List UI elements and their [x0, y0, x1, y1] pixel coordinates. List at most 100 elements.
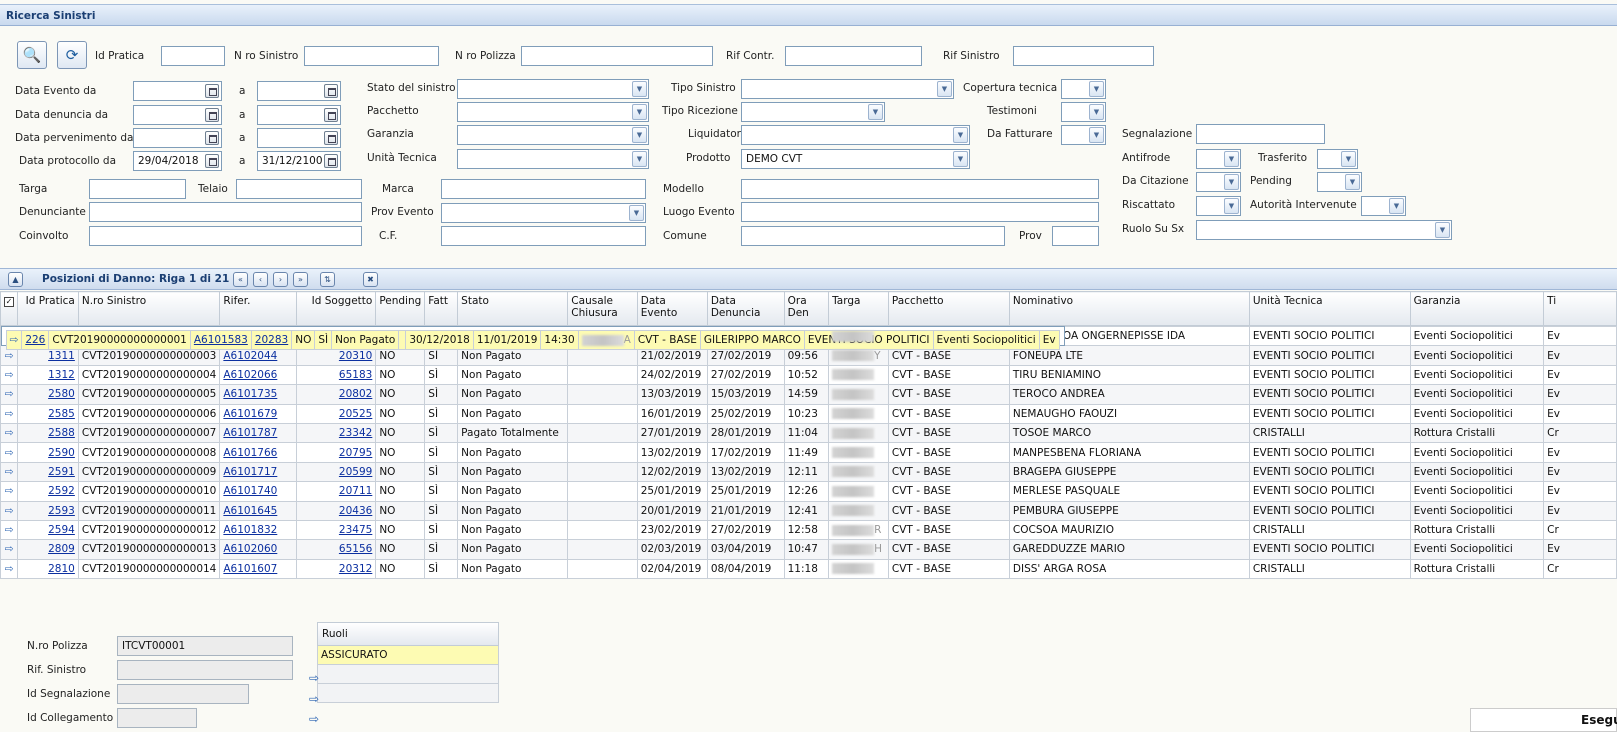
table-row[interactable]: ⇨ 1312 CVT20190000000000004 A6102066 65183 NO…	[0, 364, 1617, 386]
row-pointer-icon[interactable]: ⇨	[309, 671, 319, 685]
collapse-icon[interactable]: ▲	[8, 272, 23, 287]
calendar-icon[interactable]	[324, 154, 338, 168]
riscattato-select[interactable]: ▼	[1196, 196, 1241, 216]
search-button[interactable]: 🔍	[17, 41, 47, 69]
table-cell[interactable]: 2590	[17, 442, 79, 463]
col-header[interactable]: Ti	[1543, 291, 1617, 326]
data-protocollo-a-input[interactable]: 31/12/2100	[257, 151, 341, 171]
row-pointer-icon[interactable]: ⇨	[0, 364, 18, 386]
ruoli-item[interactable]: ASSICURATO	[317, 646, 499, 665]
data-pervenimento-a-input[interactable]	[257, 128, 341, 148]
modello-input[interactable]	[741, 179, 1099, 199]
next-page-icon[interactable]: ›	[273, 272, 288, 287]
nro-sinistro-input[interactable]	[304, 46, 439, 66]
ruolo-su-sx-select[interactable]: ▼	[1196, 220, 1452, 240]
table-cell[interactable]: 65183	[295, 364, 377, 386]
col-header[interactable]: Pacchetto	[887, 291, 1010, 326]
row-pointer-icon[interactable]: ⇨	[309, 712, 319, 726]
table-cell[interactable]: 226	[21, 329, 50, 351]
data-protocollo-da-input[interactable]: 29/04/2018	[133, 151, 222, 171]
pacchetto-select[interactable]: ▼	[457, 102, 649, 122]
antifrode-select[interactable]: ▼	[1196, 149, 1241, 169]
comune-input[interactable]	[741, 226, 1005, 246]
rif-sinistro-input[interactable]	[1013, 46, 1154, 66]
col-header[interactable]: N.ro Sinistro	[77, 291, 221, 326]
copertura-tecnica-select[interactable]: ▼	[1061, 79, 1106, 99]
table-cell[interactable]: 23342	[295, 422, 377, 444]
targa-input[interactable]	[89, 179, 186, 199]
col-header[interactable]: Ora Den	[783, 291, 830, 326]
col-header[interactable]: Unità Tecnica	[1248, 291, 1411, 326]
table-cell[interactable]: 23475	[295, 519, 377, 541]
garanzia-select[interactable]: ▼	[457, 125, 649, 145]
table-cell[interactable]: 2585	[17, 403, 79, 424]
row-pointer-icon[interactable]: ⇨	[0, 539, 18, 560]
calendar-icon[interactable]	[324, 108, 338, 122]
col-header[interactable]: Data Evento	[636, 291, 708, 326]
col-header[interactable]: Stato	[457, 291, 569, 326]
calendar-icon[interactable]	[205, 131, 219, 145]
row-pointer-icon[interactable]: ⇨	[5, 329, 23, 351]
table-cell[interactable]: A6102066	[219, 364, 297, 386]
prov-input[interactable]	[1052, 226, 1099, 246]
table-cell[interactable]: 20795	[295, 442, 377, 463]
da-citazione-select[interactable]: ▼	[1196, 172, 1241, 192]
calendar-icon[interactable]	[205, 84, 219, 98]
table-cell[interactable]: A6101766	[219, 442, 297, 463]
table-cell[interactable]: 2592	[17, 481, 79, 502]
luogo-evento-input[interactable]	[741, 202, 1099, 222]
unita-tecnica-select[interactable]: ▼	[457, 149, 649, 169]
col-header[interactable]: Id Pratica	[17, 291, 79, 326]
select-all-header[interactable]: ✓	[0, 291, 18, 326]
row-pointer-icon[interactable]: ⇨	[0, 500, 18, 521]
table-cell[interactable]: 20599	[295, 461, 377, 483]
table-row[interactable]: ⇨ 226 CVT20190000000000001 A6101583 20283 NO S…	[0, 326, 1065, 351]
table-cell[interactable]: 20283	[250, 329, 293, 351]
first-page-icon[interactable]: «	[233, 272, 248, 287]
row-pointer-icon[interactable]: ⇨	[0, 481, 18, 502]
table-cell[interactable]: 65156	[295, 539, 377, 560]
calendar-icon[interactable]	[205, 154, 219, 168]
col-header[interactable]: Rifer.	[219, 291, 297, 326]
data-denuncia-a-input[interactable]	[257, 105, 341, 125]
row-pointer-icon[interactable]: ⇨	[309, 692, 319, 706]
table-cell[interactable]: A6101679	[219, 403, 297, 424]
tipo-ricezione-select[interactable]: ▼	[741, 102, 885, 122]
rif-contr-input[interactable]	[785, 46, 922, 66]
table-cell[interactable]: 20312	[295, 558, 377, 580]
table-cell[interactable]: A6101645	[219, 500, 297, 521]
data-denuncia-da-input[interactable]	[133, 105, 222, 125]
table-cell[interactable]: 20711	[295, 481, 377, 502]
table-cell[interactable]: 2588	[17, 422, 79, 444]
row-pointer-icon[interactable]: ⇨	[0, 461, 18, 483]
table-cell[interactable]: 2593	[17, 500, 79, 521]
reset-button[interactable]: ⟳	[57, 41, 87, 69]
table-cell[interactable]: 20525	[295, 403, 377, 424]
prev-page-icon[interactable]: ‹	[253, 272, 268, 287]
col-header[interactable]: Nominativo	[1008, 291, 1250, 326]
denunciante-input[interactable]	[89, 202, 362, 222]
trasferito-select[interactable]: ▼	[1317, 149, 1358, 169]
table-cell[interactable]: A6101717	[219, 461, 297, 483]
ruoli-item[interactable]	[317, 665, 499, 684]
table-cell[interactable]: 2809	[17, 539, 79, 560]
table-cell[interactable]: A6101583	[189, 329, 252, 351]
table-row[interactable]: ⇨ 2588 CVT20190000000000007 A6101787 23342 NO…	[0, 422, 1617, 444]
cf-input[interactable]	[441, 226, 646, 246]
table-row[interactable]: ⇨ 2590 CVT20190000000000008 A6101766 20795 NO…	[0, 442, 1617, 463]
col-header[interactable]: Pending	[375, 291, 426, 326]
row-pointer-icon[interactable]: ⇨	[0, 403, 18, 424]
table-row[interactable]: ⇨ 2580 CVT20190000000000005 A6101735 20802 NO…	[0, 384, 1617, 405]
id-pratica-input[interactable]	[161, 46, 225, 66]
row-pointer-icon[interactable]: ⇨	[0, 519, 18, 541]
prodotto-select[interactable]: DEMO CVT ▼	[741, 149, 970, 169]
table-cell[interactable]: 20436	[295, 500, 377, 521]
table-cell[interactable]: A6101787	[219, 422, 297, 444]
col-header[interactable]: Id Soggetto	[295, 291, 377, 326]
table-row[interactable]: ⇨ 2592 CVT20190000000000010 A6101740 20711 NO…	[0, 481, 1617, 502]
row-pointer-icon[interactable]: ⇨	[0, 422, 18, 444]
tipo-sinistro-select[interactable]: ▼	[741, 79, 954, 99]
table-row[interactable]: ⇨ 2585 CVT20190000000000006 A6101679 20525 NO…	[0, 403, 1617, 424]
col-header[interactable]: Targa	[828, 291, 889, 326]
data-pervenimento-da-input[interactable]	[133, 128, 222, 148]
